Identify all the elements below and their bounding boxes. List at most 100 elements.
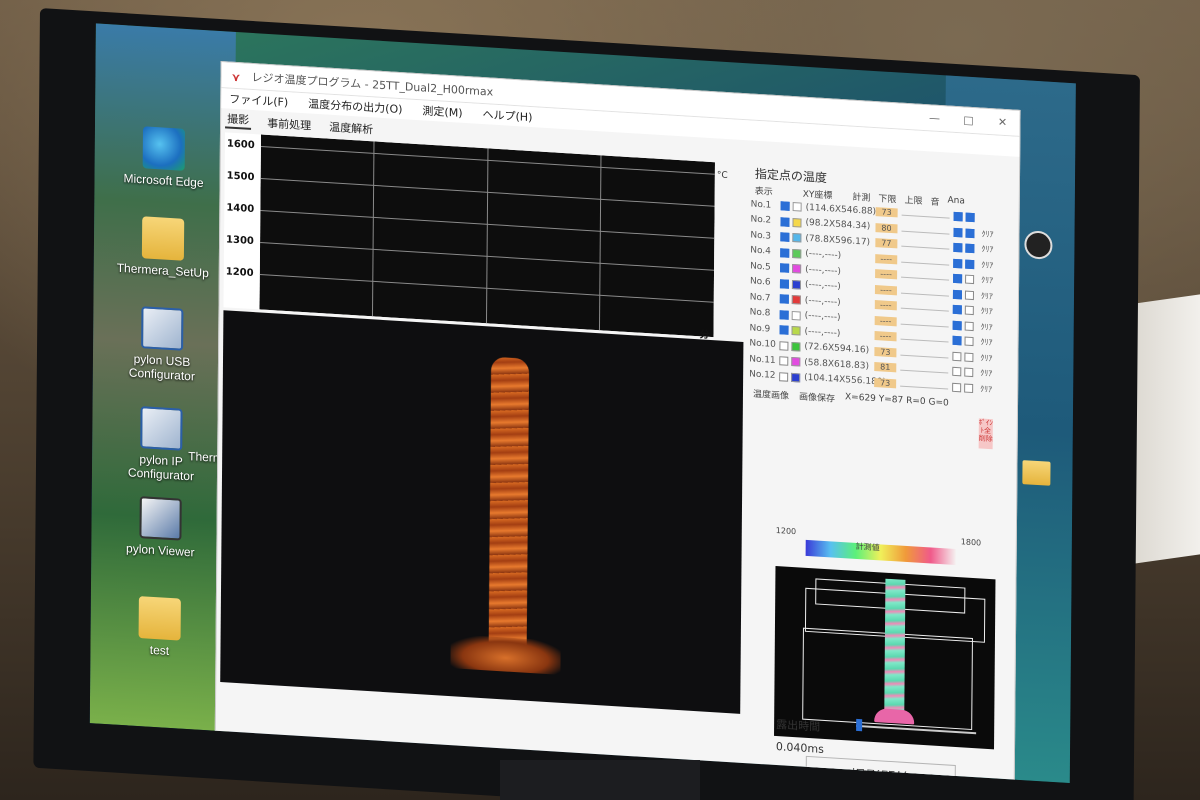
desktop-icon-thermera[interactable]: Thermera_SetUp: [108, 214, 219, 281]
maximize-icon[interactable]: □: [951, 113, 985, 128]
show-checkbox[interactable]: [779, 294, 789, 305]
clear-button[interactable]: ｸﾘｱ: [980, 368, 992, 380]
ana-checkbox[interactable]: [965, 228, 975, 238]
show-checkbox[interactable]: [780, 217, 790, 227]
desktop-icon-test[interactable]: test: [104, 594, 215, 661]
ana-checkbox[interactable]: [965, 212, 975, 223]
show-checkbox[interactable]: [779, 340, 789, 351]
ana-checkbox[interactable]: [965, 274, 975, 285]
sound-checkbox[interactable]: [952, 382, 962, 393]
sound-checkbox[interactable]: [952, 336, 962, 346]
point-color-swatch[interactable]: [792, 202, 802, 212]
ana-checkbox[interactable]: [964, 352, 974, 362]
ana-checkbox[interactable]: [964, 336, 974, 347]
desktop-icon-pylon-usb[interactable]: pylon USB Configurator: [107, 304, 218, 385]
sound-checkbox[interactable]: [952, 367, 962, 377]
clear-button[interactable]: ｸﾘｱ: [981, 275, 993, 287]
limit-fields[interactable]: [901, 257, 950, 266]
edge-icon: [142, 126, 186, 171]
flame-base: [450, 634, 561, 675]
limit-fields[interactable]: [901, 272, 950, 281]
clear-button[interactable]: ｸﾘｱ: [981, 244, 993, 256]
point-color-swatch[interactable]: [791, 279, 802, 290]
sound-checkbox[interactable]: [952, 320, 962, 331]
show-checkbox[interactable]: [779, 278, 790, 289]
ana-checkbox[interactable]: [965, 259, 975, 269]
exposure-slider-thumb[interactable]: [856, 718, 863, 732]
save-image-label[interactable]: 画像保存: [799, 389, 835, 404]
clear-button[interactable]: ｸﾘｱ: [981, 228, 993, 240]
tab-preprocess[interactable]: 事前処理: [265, 115, 313, 134]
sound-checkbox[interactable]: [953, 274, 963, 284]
show-checkbox[interactable]: [780, 232, 790, 243]
ana-checkbox[interactable]: [964, 290, 974, 300]
folder-icon[interactable]: [1022, 460, 1051, 486]
sound-checkbox[interactable]: [953, 258, 963, 269]
point-color-swatch[interactable]: [791, 372, 801, 383]
point-number: No.6: [749, 276, 771, 288]
clear-button[interactable]: ｸﾘｱ: [981, 321, 993, 333]
limit-fields[interactable]: [900, 303, 949, 312]
sound-checkbox[interactable]: [953, 243, 963, 253]
limit-fields[interactable]: [901, 241, 950, 250]
limit-fields[interactable]: [900, 381, 949, 390]
point-color-swatch[interactable]: [791, 341, 801, 352]
limit-fields[interactable]: [901, 210, 950, 219]
temp-image-label[interactable]: 温度画像: [753, 387, 789, 402]
point-color-swatch[interactable]: [792, 233, 802, 243]
delete-all-points-button[interactable]: ﾎﾟｲﾝﾄ全削除: [978, 418, 993, 450]
clear-button[interactable]: ｸﾘｱ: [981, 306, 993, 318]
sound-checkbox[interactable]: [952, 289, 962, 300]
close-icon[interactable]: ✕: [985, 115, 1019, 130]
desktop-icon-edge[interactable]: Microsoft Edge: [108, 124, 219, 191]
show-checkbox[interactable]: [780, 263, 790, 274]
minimize-icon[interactable]: —: [917, 111, 951, 126]
tab-temp-analysis[interactable]: 温度解析: [327, 119, 375, 138]
menu-measure[interactable]: 測定(M): [422, 102, 462, 120]
clear-button[interactable]: ｸﾘｱ: [980, 383, 992, 395]
show-checkbox[interactable]: [779, 371, 789, 382]
limit-fields[interactable]: [900, 365, 949, 374]
sound-checkbox[interactable]: [952, 351, 962, 362]
clear-button[interactable]: ｸﾘｱ: [981, 290, 993, 302]
ana-checkbox[interactable]: [964, 383, 974, 393]
clear-button[interactable]: ｸﾘｱ: [981, 337, 993, 349]
menu-file[interactable]: ファイル(F): [229, 91, 288, 111]
ana-checkbox[interactable]: [964, 321, 974, 331]
sound-checkbox[interactable]: [953, 212, 963, 222]
limit-fields[interactable]: [900, 350, 949, 359]
show-checkbox[interactable]: [779, 356, 789, 367]
sound-checkbox[interactable]: [952, 305, 962, 315]
point-color-swatch[interactable]: [791, 310, 801, 321]
menu-help[interactable]: ヘルプ(H): [482, 106, 532, 125]
clear-button[interactable]: ｸﾘｱ: [981, 259, 993, 271]
sound-checkbox[interactable]: [953, 227, 963, 238]
limit-fields[interactable]: [900, 319, 949, 328]
ana-checkbox[interactable]: [965, 243, 975, 254]
point-xy: (----,----): [804, 311, 841, 324]
y-tick-label: 1500: [226, 170, 255, 184]
show-checkbox[interactable]: [780, 248, 790, 258]
desktop-icon-pylon-ip[interactable]: pylon IP Configurator: [106, 404, 217, 485]
point-color-swatch[interactable]: [792, 217, 802, 228]
point-color-swatch[interactable]: [791, 357, 801, 367]
limit-fields[interactable]: [900, 334, 949, 343]
show-checkbox[interactable]: [779, 325, 789, 336]
limit-fields[interactable]: [900, 288, 949, 297]
desktop-icon-pylon-viewer[interactable]: pylon Viewer: [105, 494, 216, 561]
point-value: ----: [874, 284, 897, 296]
ana-checkbox[interactable]: [964, 305, 974, 316]
ana-checkbox[interactable]: [964, 367, 974, 378]
point-color-swatch[interactable]: [791, 295, 801, 305]
y-tick-label: 1200: [225, 266, 254, 280]
point-color-swatch[interactable]: [792, 264, 802, 274]
point-color-swatch[interactable]: [792, 248, 802, 259]
show-checkbox[interactable]: [779, 309, 789, 320]
color-scale-label: 計測値: [855, 541, 880, 553]
clear-button[interactable]: ｸﾘｱ: [980, 352, 992, 364]
window-controls: — □ ✕: [917, 111, 1019, 130]
limit-fields[interactable]: [901, 226, 950, 235]
point-color-swatch[interactable]: [791, 326, 801, 336]
tab-capture[interactable]: 撮影: [225, 110, 252, 130]
show-checkbox[interactable]: [780, 201, 790, 212]
